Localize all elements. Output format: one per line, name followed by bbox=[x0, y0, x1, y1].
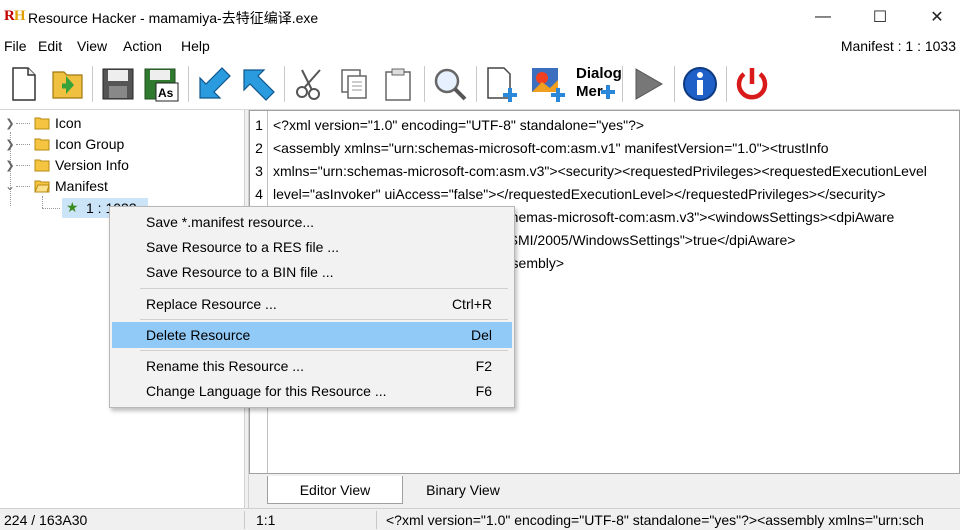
line-number: 3 bbox=[255, 163, 263, 179]
chevron-right-icon[interactable]: ❯ bbox=[4, 155, 16, 175]
close-button[interactable]: ✕ bbox=[914, 0, 960, 34]
toolbar-separator bbox=[92, 66, 93, 102]
toolbar-separator bbox=[726, 66, 727, 102]
menu-save-manifest[interactable]: Save *.manifest resource... bbox=[112, 209, 512, 235]
folder-icon bbox=[34, 138, 50, 151]
chevron-right-icon[interactable]: ❯ bbox=[4, 134, 16, 154]
folder-icon bbox=[34, 117, 50, 130]
run-script-icon[interactable] bbox=[238, 64, 278, 104]
chevron-right-icon[interactable]: ❯ bbox=[4, 113, 16, 133]
menu-action[interactable]: Action bbox=[123, 38, 162, 54]
menu-delete-resource[interactable]: Delete Resource Del bbox=[112, 322, 512, 348]
paste-icon[interactable] bbox=[378, 64, 418, 104]
menu-view[interactable]: View bbox=[77, 38, 107, 54]
menu-bar: File Edit View Action Help Manifest : 1 … bbox=[0, 34, 960, 58]
menu-file[interactable]: File bbox=[4, 38, 27, 54]
copy-icon[interactable] bbox=[334, 64, 374, 104]
toolbar: As Dialog Mer bbox=[0, 58, 960, 110]
status-bar: 224 / 163A30 1:1 <?xml version="1.0" enc… bbox=[0, 508, 960, 530]
save-as-icon[interactable]: As bbox=[142, 64, 182, 104]
status-divider bbox=[244, 511, 245, 529]
tree-item-icon[interactable]: ❯ Icon bbox=[0, 113, 244, 133]
new-file-icon[interactable] bbox=[4, 64, 44, 104]
star-icon: ★ bbox=[66, 199, 79, 215]
status-divider bbox=[376, 511, 377, 529]
toolbar-separator bbox=[424, 66, 425, 102]
toolbar-separator bbox=[476, 66, 477, 102]
play-icon[interactable] bbox=[628, 64, 668, 104]
chevron-down-icon[interactable]: ⌄ bbox=[4, 176, 16, 196]
info-icon[interactable] bbox=[680, 64, 720, 104]
maximize-button[interactable]: ☐ bbox=[857, 0, 903, 34]
menu-separator bbox=[140, 319, 508, 320]
line-number: 2 bbox=[255, 140, 263, 156]
code-line: <?xml version="1.0" encoding="UTF-8" sta… bbox=[273, 117, 645, 133]
tab-editor-view[interactable]: Editor View bbox=[267, 476, 403, 504]
status-cursor-position: 1:1 bbox=[256, 512, 276, 528]
menu-change-language[interactable]: Change Language for this Resource ... F6 bbox=[112, 378, 512, 404]
resource-path-indicator: Manifest : 1 : 1033 bbox=[840, 38, 956, 54]
add-resource-icon[interactable] bbox=[482, 64, 522, 104]
code-line: <assembly xmlns="urn:schemas-microsoft-c… bbox=[273, 140, 829, 156]
tree-item-manifest[interactable]: ⌄ Manifest bbox=[0, 176, 244, 196]
open-folder-icon[interactable] bbox=[48, 64, 88, 104]
power-icon[interactable] bbox=[732, 64, 772, 104]
tab-binary-view[interactable]: Binary View bbox=[403, 476, 523, 504]
toolbar-separator bbox=[284, 66, 285, 102]
search-icon[interactable] bbox=[430, 64, 470, 104]
menu-separator bbox=[140, 288, 508, 289]
tree-item-icon-group[interactable]: ❯ Icon Group bbox=[0, 134, 244, 154]
toolbar-separator bbox=[622, 66, 623, 102]
menu-edit[interactable]: Edit bbox=[38, 38, 62, 54]
menu-save-res[interactable]: Save Resource to a RES file ... bbox=[112, 234, 512, 260]
compile-icon[interactable] bbox=[194, 64, 234, 104]
window-title: Resource Hacker - mamamiya-去特征编译.exe bbox=[28, 10, 319, 26]
app-logo: RH bbox=[4, 8, 25, 24]
save-icon[interactable] bbox=[98, 64, 138, 104]
menu-separator bbox=[140, 350, 508, 351]
menu-save-bin[interactable]: Save Resource to a BIN file ... bbox=[112, 259, 512, 285]
menu-rename-resource[interactable]: Rename this Resource ... F2 bbox=[112, 353, 512, 379]
menu-help[interactable]: Help bbox=[181, 38, 210, 54]
view-tabs: Editor View Binary View bbox=[249, 474, 960, 508]
toolbar-separator bbox=[188, 66, 189, 102]
context-menu: Save *.manifest resource... Save Resourc… bbox=[109, 206, 515, 408]
cut-icon[interactable] bbox=[290, 64, 330, 104]
dialog-menu-icon[interactable]: Dialog Mer bbox=[574, 64, 622, 104]
code-line: level="asInvoker" uiAccess="false"></req… bbox=[273, 186, 886, 202]
folder-icon bbox=[34, 159, 50, 172]
toolbar-separator bbox=[674, 66, 675, 102]
open-folder-icon bbox=[34, 180, 50, 193]
line-number: 4 bbox=[255, 186, 263, 202]
add-image-icon[interactable] bbox=[528, 64, 568, 104]
minimize-button[interactable]: — bbox=[800, 0, 846, 34]
line-number: 1 bbox=[255, 117, 263, 133]
title-bar: RH Resource Hacker - mamamiya-去特征编译.exe … bbox=[0, 0, 960, 34]
menu-replace-resource[interactable]: Replace Resource ... Ctrl+R bbox=[112, 291, 512, 317]
code-line: xmlns="urn:schemas-microsoft-com:asm.v3"… bbox=[273, 163, 927, 179]
status-preview: <?xml version="1.0" encoding="UTF-8" sta… bbox=[386, 512, 924, 528]
tree-item-version-info[interactable]: ❯ Version Info bbox=[0, 155, 244, 175]
status-offset: 224 / 163A30 bbox=[4, 512, 88, 528]
